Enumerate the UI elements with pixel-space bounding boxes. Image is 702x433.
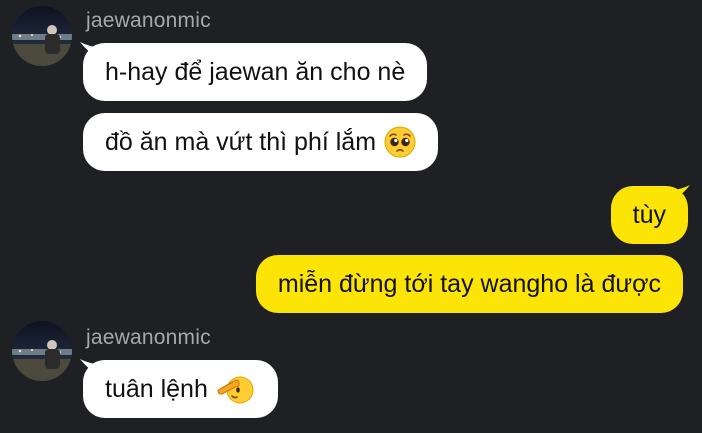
incoming-message-bubble[interactable]: đồ ăn mà vứt thì phí lắm [83, 113, 439, 171]
chat-thread: jaewanonmic h-hay để jaewan ăn cho nè đồ… [0, 0, 702, 433]
message-text: tùy [632, 200, 666, 229]
message-text: tuân lệnh [105, 374, 208, 403]
message-text: đồ ăn mà vứt thì phí lắm [105, 127, 377, 156]
incoming-message-bubble[interactable]: h-hay để jaewan ăn cho nè [83, 43, 428, 101]
saluting-face-icon [216, 373, 256, 405]
pleading-face-icon [384, 126, 416, 158]
sender-avatar[interactable] [12, 321, 72, 381]
message-text: miễn đừng tới tay wangho là được [277, 269, 661, 298]
sender-name: jaewanonmic [86, 326, 211, 349]
incoming-message-bubble[interactable]: tuân lệnh [83, 360, 278, 418]
sender-avatar[interactable] [12, 6, 72, 66]
outgoing-message-bubble[interactable]: tùy [610, 186, 688, 244]
sender-name: jaewanonmic [86, 9, 211, 32]
outgoing-message-bubble[interactable]: miễn đừng tới tay wangho là được [255, 255, 683, 313]
message-text: h-hay để jaewan ăn cho nè [105, 57, 406, 86]
